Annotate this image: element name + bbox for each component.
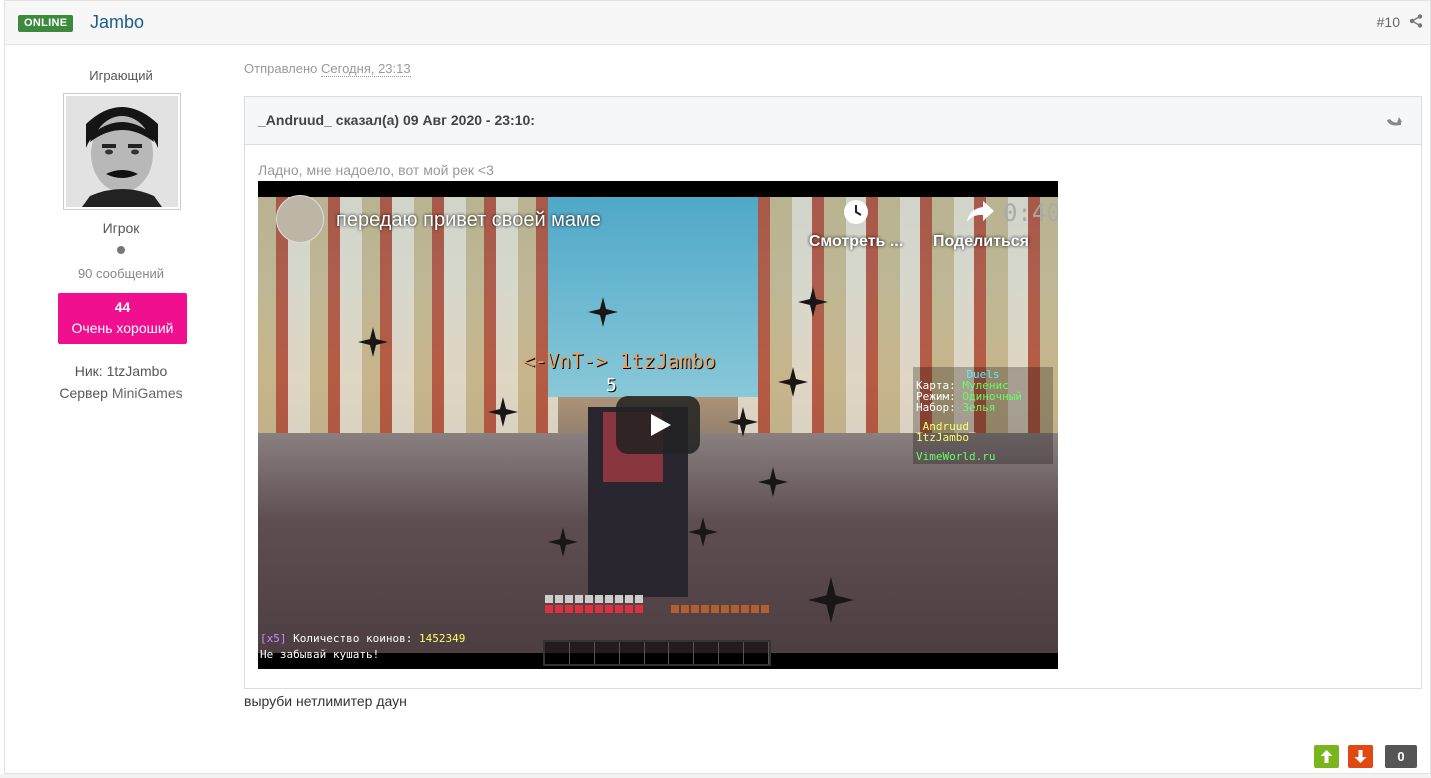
shuriken-icon bbox=[588, 297, 618, 327]
post-body-text: выруби нетлимитер даун bbox=[244, 693, 407, 709]
player-nametag: <-VnT-> 1tzJambo bbox=[523, 349, 716, 373]
share-video-button[interactable]: Поделиться bbox=[926, 233, 1036, 251]
author-name-link[interactable]: Jambo bbox=[90, 12, 144, 33]
arrow-up-icon bbox=[1320, 750, 1333, 763]
hotbar bbox=[543, 640, 771, 666]
hotbar-slot bbox=[744, 642, 770, 664]
shuriken-icon bbox=[758, 467, 788, 497]
hotbar-slot bbox=[595, 642, 620, 664]
quote-block: _Andruud_ сказал(а) 09 Авг 2020 - 23:10:… bbox=[244, 96, 1422, 689]
quote-text: Ладно, мне надоело, вот мой рек <3 bbox=[258, 162, 494, 178]
hotbar-slot bbox=[570, 642, 595, 664]
quote-header: _Andruud_ сказал(а) 09 Авг 2020 - 23:10: bbox=[245, 97, 1421, 145]
board-site: VimeWorld.ru bbox=[916, 450, 996, 463]
game-chat: [x5] Количество коинов: 1452349 Не забыв… bbox=[260, 631, 465, 663]
post-number-link[interactable]: #10 bbox=[1377, 14, 1400, 30]
quote-author: _Andruud_ сказал(а) 09 Авг 2020 - 23:10: bbox=[258, 112, 535, 128]
chat-value: 1452349 bbox=[418, 632, 466, 645]
nick-field: Ник: 1tzJambo bbox=[5, 363, 237, 379]
shuriken-icon bbox=[488, 397, 518, 427]
user-group: Игрок bbox=[102, 220, 140, 236]
hotbar-slot bbox=[719, 642, 745, 664]
avatar-image bbox=[66, 96, 178, 207]
armor-bar bbox=[545, 595, 645, 603]
forum-post: ONLINE Jambo #10 Играющий Игрок 90 сообщ… bbox=[4, 0, 1431, 774]
watch-later-button[interactable]: Смотреть ... bbox=[806, 233, 906, 251]
board-kit-value: Зелья bbox=[962, 401, 996, 414]
board-kit-label: Набор: bbox=[916, 401, 956, 414]
posted-prefix: Отправлено bbox=[244, 61, 318, 76]
shuriken-icon bbox=[548, 527, 578, 557]
video-timer: 0:40 bbox=[1003, 199, 1058, 227]
game-scoreboard: Duels Карта: Муленис Режим: Одиночный На… bbox=[913, 367, 1053, 464]
post-divider bbox=[0, 774, 1431, 778]
shuriken-icon bbox=[778, 367, 808, 397]
rank-pip bbox=[117, 246, 125, 254]
nick-value: 1tzJambo bbox=[106, 363, 168, 379]
user-title: Играющий bbox=[89, 68, 153, 83]
vote-count: 0 bbox=[1385, 745, 1417, 768]
shuriken-icon bbox=[798, 287, 828, 317]
shuriken-icon bbox=[808, 577, 854, 623]
posted-time: Сегодня, 23:13 bbox=[321, 61, 411, 77]
shuriken-icon bbox=[358, 327, 388, 357]
chat-prefix: [x5] bbox=[260, 632, 287, 645]
avatar[interactable] bbox=[63, 93, 181, 210]
play-icon bbox=[651, 414, 671, 436]
quote-jump-icon[interactable] bbox=[1385, 113, 1403, 129]
board-player2: 1tzJambo bbox=[916, 431, 969, 444]
server-field: Сервер MiniGames bbox=[5, 385, 237, 401]
reputation-badge: 44 Очень хороший bbox=[58, 293, 187, 344]
nick-label: Ник: bbox=[74, 363, 103, 379]
server-value: MiniGames bbox=[111, 385, 183, 401]
hotbar-slot bbox=[545, 642, 570, 664]
posted-date: Отправлено Сегодня, 23:13 bbox=[244, 61, 411, 77]
shuriken-icon bbox=[728, 407, 758, 437]
shuriken-icon bbox=[688, 517, 718, 547]
server-label: Сервер bbox=[59, 385, 108, 401]
hotbar-slot bbox=[669, 642, 695, 664]
health-bar bbox=[545, 605, 645, 613]
reputation-label: Очень хороший bbox=[71, 320, 174, 336]
player-health-number: 5 bbox=[606, 375, 617, 396]
chat-text: Количество коинов: bbox=[293, 632, 413, 645]
hotbar-slot bbox=[694, 642, 720, 664]
post-header: ONLINE Jambo #10 bbox=[5, 1, 1430, 45]
reputation-value: 44 bbox=[114, 299, 131, 315]
share-icon[interactable] bbox=[1409, 14, 1423, 28]
board-kit-row: Набор: Зелья bbox=[916, 402, 1050, 413]
chat-line: Не забывай кушать! bbox=[260, 648, 380, 661]
hunger-bar bbox=[671, 605, 771, 613]
vote-down-button[interactable] bbox=[1348, 745, 1373, 768]
share-arrow-icon[interactable] bbox=[965, 199, 995, 225]
chat-line: [x5] Количество коинов: 1452349 bbox=[260, 631, 465, 647]
hotbar-slot bbox=[620, 642, 645, 664]
clock-icon[interactable] bbox=[843, 199, 869, 225]
video-title[interactable]: передаю привет своей маме bbox=[336, 209, 601, 232]
channel-avatar[interactable] bbox=[276, 195, 324, 243]
post-count: 90 сообщений bbox=[77, 266, 165, 281]
online-badge: ONLINE bbox=[18, 15, 74, 32]
youtube-video-embed[interactable]: <-VnT-> 1tzJambo 5 Duels Карта: Муленис … bbox=[258, 181, 1058, 669]
play-button[interactable] bbox=[616, 396, 700, 454]
arrow-down-icon bbox=[1354, 750, 1367, 763]
hotbar-slot bbox=[645, 642, 670, 664]
vote-up-button[interactable] bbox=[1314, 745, 1339, 768]
